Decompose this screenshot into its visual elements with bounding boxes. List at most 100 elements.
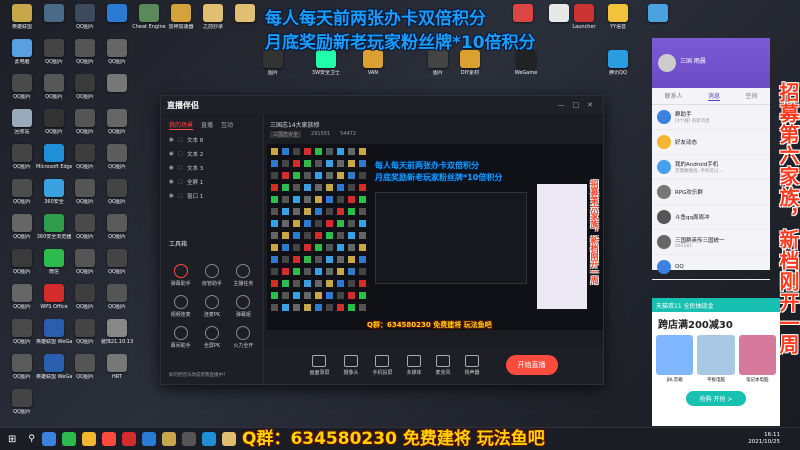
taskbar-app-icon[interactable] [81,432,96,446]
desktop-icon[interactable]: 英雄联盟 [4,4,40,30]
desktop-icon[interactable]: QQ图片 [67,354,103,380]
start-live-button[interactable]: 开始直播 [505,355,558,375]
close-icon[interactable]: ✕ [587,101,593,109]
qq-message-item[interactable]: 我的Android手机 无需数据线, 手机可以... [652,155,770,180]
tool-button[interactable]: 连麦PK [196,295,227,318]
toolbar-button[interactable]: 手机投屏 [372,354,393,376]
tool-button[interactable]: 房管助手 [196,264,227,287]
desktop-icon[interactable]: DIY素材 [452,50,488,76]
desktop-icon[interactable]: QQ图片 [67,179,103,205]
desktop-icon[interactable]: 此电脑 [4,39,40,65]
taskbar-app-icon[interactable] [181,432,196,446]
tab-messages[interactable]: 消息 [707,91,720,101]
taskbar-app-icon[interactable] [161,432,176,446]
desktop-icon[interactable]: QQ图片 [4,214,40,240]
desktop-icon[interactable]: 图片 [255,50,291,76]
desktop-icon[interactable]: QQ图片 [4,354,40,380]
desktop-icon[interactable]: QQ图片 [4,179,40,205]
help-tip[interactable]: 如何把音乐改成到我直播中? [169,372,225,378]
desktop-icon[interactable]: 装饰21.10.13 [99,319,135,345]
desktop-icon[interactable]: QQ图片 [67,284,103,310]
eye-icon[interactable]: ◉ [169,151,174,157]
lock-icon[interactable]: ▢ [178,193,183,199]
qq-message-item[interactable]: 好友动态 [652,130,770,155]
desktop-icon[interactable]: QQ图片 [4,319,40,345]
desktop-icon[interactable]: QQ图片 [67,74,103,100]
tool-button[interactable]: 弹幕助手 [165,264,196,287]
avatar[interactable] [658,54,676,72]
desktop-icon[interactable]: 图片 [420,50,456,76]
desktop-icon[interactable]: QQ图片 [67,214,103,240]
qq-message-item[interactable]: QQ [652,255,770,280]
desktop-icon[interactable]: QQ图片 [99,284,135,310]
desktop-icon[interactable]: QQ图片 [67,4,103,30]
desktop-icon[interactable]: QQ图片 [67,39,103,65]
lock-icon[interactable]: ▢ [178,137,183,143]
taskbar-app-icon[interactable] [201,432,216,446]
qq-message-item[interactable]: 群助手 [4个群] 有新消息 [652,105,770,130]
toolbar-button[interactable]: 扬声器 [465,354,480,376]
tab-scene[interactable]: 我的场景 [169,120,194,130]
taskbar-app-icon[interactable] [101,432,116,446]
desktop-icon[interactable]: WeGame [508,50,544,76]
category-label[interactable]: 三国志大全 [270,131,302,138]
eye-icon[interactable]: ◉ [169,193,174,199]
eye-icon[interactable]: ◉ [169,137,174,143]
desktop-icon[interactable]: QQ图片 [4,74,40,100]
maximize-icon[interactable]: □ [573,101,580,109]
eye-icon[interactable]: ◉ [169,165,174,171]
stream-preview[interactable]: 每人每天前两张办卡双倍积分 月底奖励新老玩家粉丝牌*10倍积分 招募第六家族，新… [267,144,603,330]
tool-button[interactable]: 视频连麦 [165,295,196,318]
toolbar-button[interactable]: 画面录屏 [309,354,329,376]
tool-button[interactable]: 幕间助手 [165,326,196,349]
lock-icon[interactable]: ▢ [178,165,183,171]
toolbar-button[interactable]: 麦克风 [436,354,451,376]
source-item[interactable]: ◉ ▢ 文本 2 [161,147,263,161]
ad-product[interactable]: 平板电脑 [697,335,735,383]
desktop-icon[interactable]: 雷神加速器 [163,4,199,30]
desktop-icon[interactable]: QQ图片 [99,109,135,135]
desktop-icon[interactable]: 3W安全卫士 [308,50,344,76]
desktop-icon[interactable]: QQ图片 [4,144,40,170]
source-item[interactable]: ◉ ▢ 文本 3 [161,161,263,175]
desktop-icon[interactable]: QQ图片 [67,109,103,135]
desktop-icon[interactable] [505,4,541,24]
desktop-icon[interactable]: Cheat Engine [131,4,167,30]
lock-icon[interactable]: ▢ [178,151,183,157]
desktop-icon[interactable]: QQ图片 [4,249,40,275]
source-item[interactable]: ◉ ▢ 全屏 1 [161,175,263,189]
desktop-icon[interactable]: YY语音 [600,4,636,30]
desktop-icon[interactable]: QQ图片 [99,214,135,240]
ad-cta-button[interactable]: 抢购 开抢 > [686,391,746,406]
taskbar-app-icon[interactable] [61,432,76,446]
desktop-icon[interactable]: HRT [99,354,135,380]
toolbar-button[interactable]: 摄像头 [343,354,358,376]
toolbar-button[interactable]: 多媒体 [407,354,422,376]
desktop-icon[interactable] [99,4,135,24]
tool-button[interactable]: 火力全开 [228,326,259,349]
tab-interact[interactable]: 互动 [221,120,233,130]
taskbar-app-icon[interactable] [221,432,236,446]
lock-icon[interactable]: ▢ [178,179,183,185]
tab-contacts[interactable]: 联系人 [665,91,683,101]
desktop-icon[interactable]: 之前抄录 [195,4,231,30]
source-item[interactable]: ◉ ▢ 文本 8 [161,133,263,147]
minimize-icon[interactable]: — [558,101,565,109]
tool-button[interactable]: 弹幕姬 [228,295,259,318]
desktop-icon[interactable]: QQ图片 [99,249,135,275]
desktop-icon[interactable]: QQ图片 [99,144,135,170]
ad-product[interactable]: 笔记本电脑 [738,335,776,383]
desktop-icon[interactable]: QQ图片 [4,389,40,415]
eye-icon[interactable]: ◉ [169,179,174,185]
desktop-icon[interactable]: QQ图片 [67,319,103,345]
qq-message-item[interactable]: 三国群英传三国统一 291581 [652,230,770,255]
tool-button[interactable]: 主播任务 [228,264,259,287]
qq-message-item[interactable]: RPG欢乐群 [652,180,770,205]
desktop-icon[interactable]: QQ图片 [99,39,135,65]
tab-live[interactable]: 直播 [201,120,213,130]
desktop-icon[interactable] [640,4,676,24]
clock-date[interactable]: 2021/10/25 [748,439,780,446]
desktop-icon[interactable]: VAN [355,50,391,76]
desktop-icon[interactable]: Launcher [566,4,602,30]
desktop-icon[interactable]: QQ图片 [99,179,135,205]
